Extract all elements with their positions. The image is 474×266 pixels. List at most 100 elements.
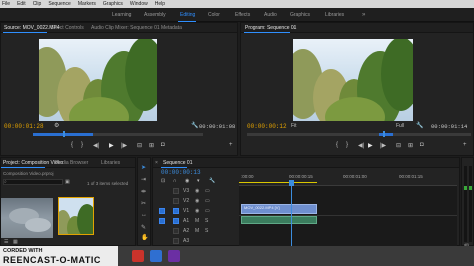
add-marker-icon[interactable]: ▾: [197, 178, 200, 184]
tab-libraries[interactable]: Libraries: [101, 160, 120, 166]
project-item-thumbnail[interactable]: [1, 198, 53, 238]
menu-markers[interactable]: Markers: [78, 1, 96, 7]
lock-icon[interactable]: ▭: [205, 198, 210, 204]
workspace-tab-learning[interactable]: Learning: [112, 12, 131, 18]
eye-icon[interactable]: ◉: [195, 188, 199, 194]
slip-tool-icon[interactable]: ↔: [141, 212, 147, 218]
workspace-tab-editing[interactable]: Editing: [180, 12, 195, 18]
taskbar-app-icon[interactable]: [168, 250, 180, 262]
audio-clip[interactable]: [241, 216, 317, 224]
workspace-tab-audio[interactable]: Audio: [264, 12, 277, 18]
nest-icon[interactable]: ⊡: [161, 178, 165, 184]
linked-selection-icon[interactable]: ◉: [185, 178, 189, 184]
sync-lock-toggle[interactable]: [173, 198, 179, 204]
quality-select[interactable]: Full: [396, 123, 404, 129]
new-bin-icon[interactable]: ▣: [65, 179, 70, 185]
source-patch-a1[interactable]: [159, 218, 165, 224]
wrench-icon[interactable]: 🔧: [416, 122, 423, 129]
mark-out-icon[interactable]: }: [81, 142, 83, 148]
source-settings-icon[interactable]: ⚙: [54, 122, 59, 129]
camera-icon[interactable]: ◘: [420, 142, 424, 148]
add-button-icon[interactable]: +: [229, 142, 233, 148]
insert-icon[interactable]: ⊟: [137, 142, 142, 149]
menu-edit[interactable]: Edit: [17, 1, 26, 7]
project-search-input[interactable]: [3, 179, 63, 185]
workspace-tab-assembly[interactable]: Assembly: [144, 12, 166, 18]
mark-in-icon[interactable]: {: [336, 142, 338, 148]
work-area-bar[interactable]: [239, 182, 317, 183]
time-ruler[interactable]: :00:00 00:00:00:15 00:00:01:00 00:00:01:…: [239, 168, 457, 186]
mark-out-icon[interactable]: }: [346, 142, 348, 148]
solo-icon[interactable]: S: [205, 228, 208, 234]
icon-view-icon[interactable]: ▦: [13, 239, 18, 245]
tab-effect-controls[interactable]: Effect Controls: [51, 25, 84, 31]
lock-icon[interactable]: ▭: [205, 188, 210, 194]
mute-icon[interactable]: M: [195, 218, 199, 224]
tab-metadata[interactable]: Metadata: [161, 25, 182, 31]
menu-sequence[interactable]: Sequence: [48, 1, 71, 7]
timeline-timecode[interactable]: 00:00:00:13: [161, 169, 201, 176]
menu-clip[interactable]: Clip: [33, 1, 42, 7]
taskbar-app-icon[interactable]: [150, 250, 162, 262]
step-back-icon[interactable]: ◀|: [358, 142, 364, 149]
tab-media-browser[interactable]: Media Browser: [55, 160, 88, 166]
play-icon[interactable]: ▶: [109, 142, 114, 149]
step-forward-icon[interactable]: |▶: [121, 142, 127, 149]
source-timecode-in[interactable]: 00:00:01:28: [4, 123, 44, 130]
overwrite-icon[interactable]: ⊞: [149, 142, 154, 149]
wrench-icon[interactable]: 🔧: [209, 178, 215, 184]
source-playhead[interactable]: [63, 131, 65, 137]
workspace-tab-libraries[interactable]: Libraries: [325, 12, 344, 18]
program-video-frame[interactable]: [293, 39, 413, 121]
project-item-thumbnail-selected[interactable]: [58, 197, 94, 235]
target-toggle-a1[interactable]: [173, 218, 179, 224]
tab-sequence[interactable]: Sequence 01: [163, 160, 192, 166]
program-playhead[interactable]: [383, 131, 385, 137]
play-icon[interactable]: ▶: [368, 142, 373, 149]
mute-icon[interactable]: M: [195, 228, 199, 234]
hand-tool-icon[interactable]: ✋: [141, 234, 148, 241]
workspace-tab-effects[interactable]: Effects: [235, 12, 250, 18]
video-clip[interactable]: MOV_0022.MP4 [V]: [241, 204, 317, 214]
ripple-edit-tool-icon[interactable]: ⇹: [141, 188, 146, 195]
menu-help[interactable]: Help: [155, 1, 165, 7]
workspace-tab-graphics[interactable]: Graphics: [290, 12, 310, 18]
source-video-frame[interactable]: [39, 39, 157, 121]
lock-icon[interactable]: ▭: [205, 208, 210, 214]
add-button-icon[interactable]: +: [463, 142, 467, 148]
menu-window[interactable]: Window: [130, 1, 148, 7]
step-forward-icon[interactable]: |▶: [380, 142, 386, 149]
target-toggle-a3[interactable]: [173, 238, 179, 244]
extract-icon[interactable]: ⊞: [408, 142, 413, 149]
workspace-more-button[interactable]: »: [362, 12, 365, 18]
eye-icon[interactable]: ◉: [195, 198, 199, 204]
razor-tool-icon[interactable]: ✂: [141, 200, 146, 207]
program-scrub-bar[interactable]: [247, 133, 471, 136]
track-select-tool-icon[interactable]: ⇥: [141, 176, 146, 183]
target-toggle-v1[interactable]: [173, 208, 179, 214]
workspace-tab-color[interactable]: Color: [208, 12, 220, 18]
camera-icon[interactable]: ◘: [161, 142, 165, 148]
target-toggle-a2[interactable]: [173, 228, 179, 234]
step-back-icon[interactable]: ◀|: [93, 142, 99, 149]
selection-tool-icon[interactable]: ➤: [141, 164, 146, 171]
program-timecode-in[interactable]: 00:00:00:12: [247, 123, 287, 130]
tab-program[interactable]: Program: Sequence 01: [245, 25, 296, 31]
eye-icon[interactable]: ◉: [195, 208, 199, 214]
sync-lock-toggle[interactable]: [173, 188, 179, 194]
mark-in-icon[interactable]: {: [71, 142, 73, 148]
lift-icon[interactable]: ⊟: [396, 142, 401, 149]
snap-icon[interactable]: ∩: [173, 178, 177, 184]
menu-file[interactable]: File: [2, 1, 10, 7]
menu-graphics[interactable]: Graphics: [103, 1, 123, 7]
program-menu-icon[interactable]: ≡: [293, 25, 296, 31]
source-patch-v1[interactable]: [159, 208, 165, 214]
list-view-icon[interactable]: ☰: [4, 239, 8, 245]
zoom-select[interactable]: Fit: [291, 123, 297, 129]
wrench-icon[interactable]: 🔧: [191, 122, 198, 129]
taskbar-app-icon[interactable]: [132, 250, 144, 262]
close-icon[interactable]: ×: [155, 160, 158, 166]
solo-icon[interactable]: S: [205, 218, 208, 224]
tab-audio-clip-mixer[interactable]: Audio Clip Mixer: Sequence 01: [91, 25, 160, 31]
pen-tool-icon[interactable]: ✎: [141, 224, 146, 231]
